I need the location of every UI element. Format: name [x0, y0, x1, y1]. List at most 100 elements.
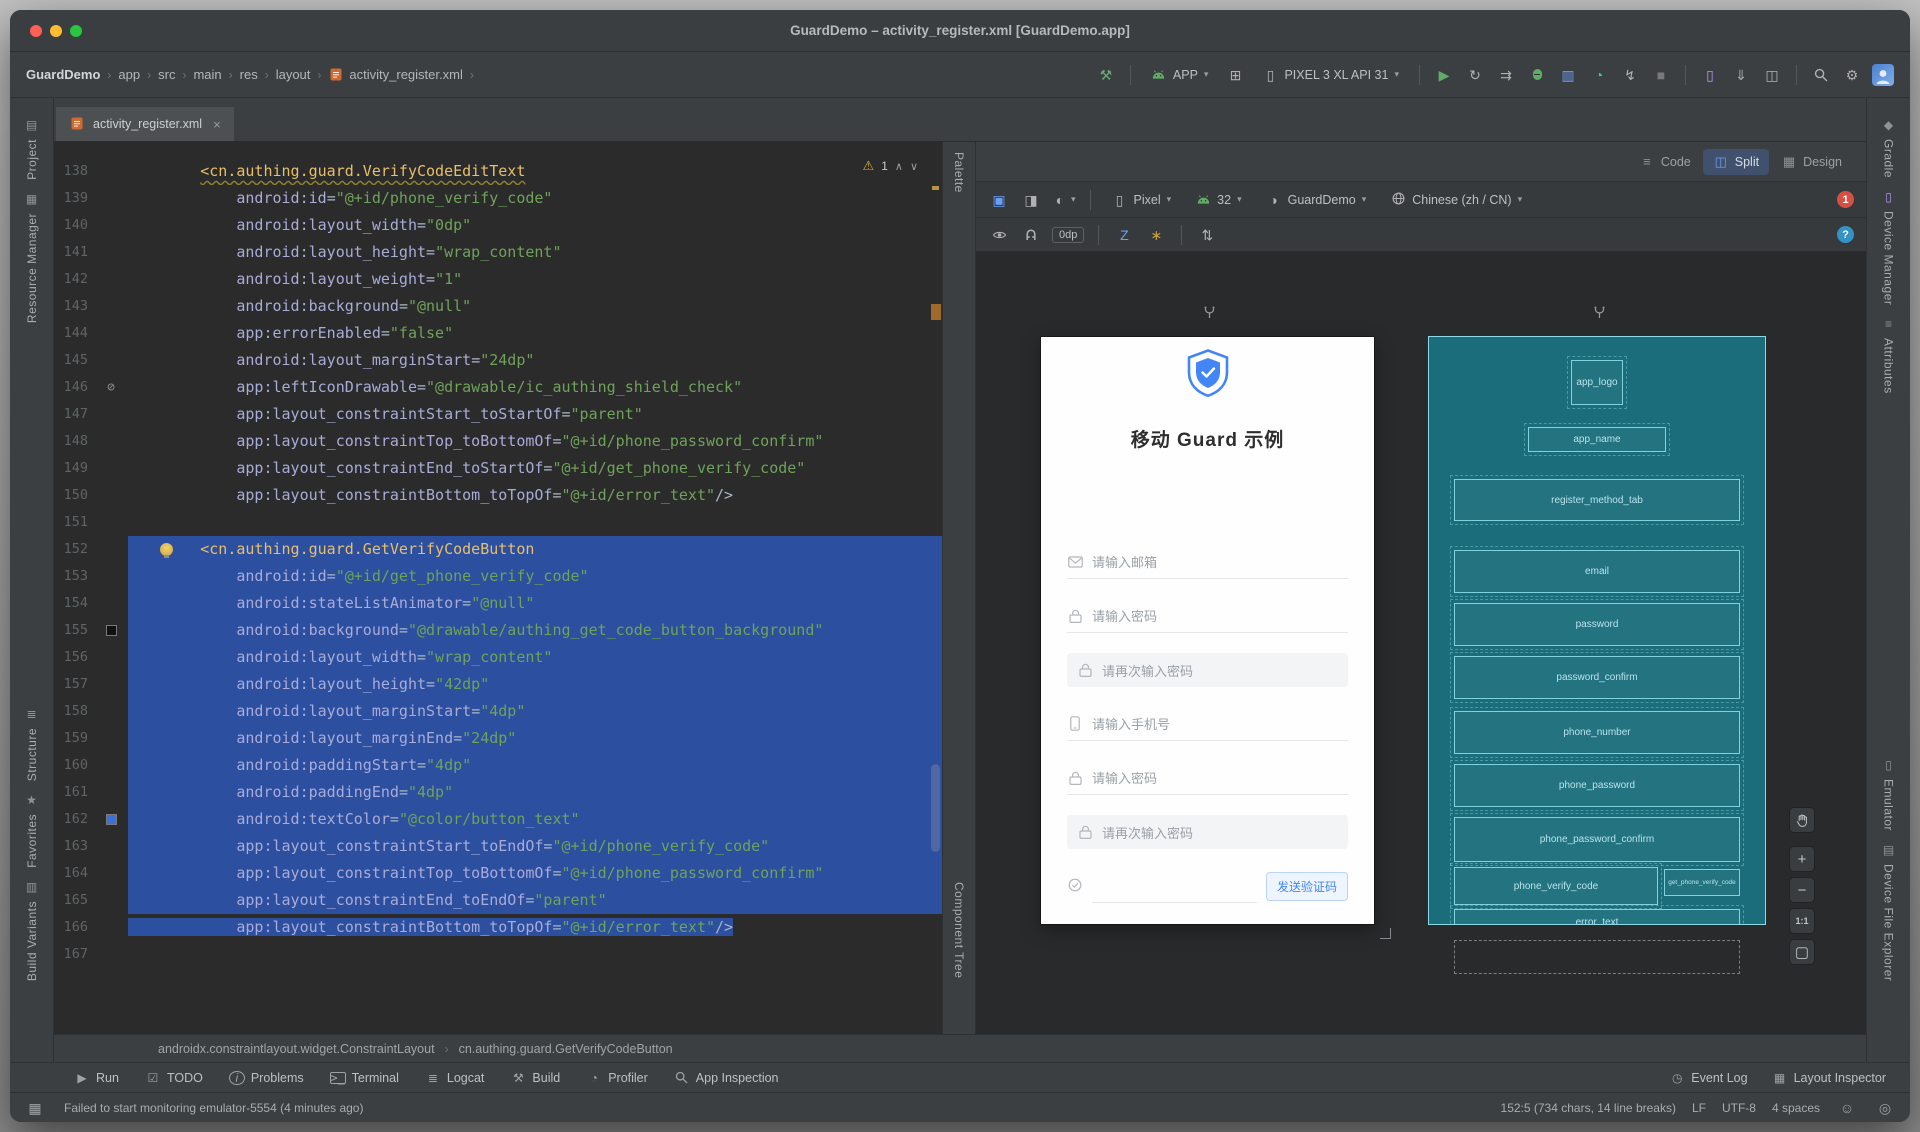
profile-icon[interactable]: ◔	[1588, 64, 1610, 86]
pack-icon[interactable]: ⇅	[1196, 224, 1218, 246]
settings-icon[interactable]: ⚙	[1841, 64, 1863, 86]
gutter[interactable]	[94, 590, 128, 617]
zoom-out-button[interactable]: −	[1790, 878, 1814, 902]
blueprint-phone[interactable]: app_logoapp_nameregister_method_tabemail…	[1429, 337, 1765, 924]
breadcrumb-item[interactable]: main	[193, 67, 221, 82]
tab-activity-register-xml[interactable]: activity_register.xml ×	[56, 107, 234, 141]
gutter[interactable]	[94, 158, 128, 185]
stop-icon[interactable]: ■	[1650, 64, 1672, 86]
code-line[interactable]: 138 <cn.authing.guard.VerifyCodeEditText	[54, 158, 942, 185]
blueprint-box-error_text[interactable]: error_text	[1454, 909, 1740, 924]
line-number[interactable]: 167	[54, 941, 88, 968]
line-number[interactable]: 165	[54, 887, 88, 914]
xml-breadcrumb-item[interactable]: cn.authing.guard.GetVerifyCodeButton	[459, 1042, 673, 1056]
line-number[interactable]: 154	[54, 590, 88, 617]
gutter[interactable]	[94, 185, 128, 212]
preview-field[interactable]: 请输入邮箱	[1067, 545, 1348, 579]
pan-hand-icon[interactable]	[1790, 808, 1814, 832]
breadcrumb-item[interactable]: src	[158, 67, 175, 82]
gutter[interactable]	[94, 536, 128, 563]
next-issue-icon[interactable]: ∨	[910, 160, 918, 173]
api-level-select[interactable]: 32▾	[1188, 189, 1248, 211]
view-toggle-code[interactable]: ≡Code	[1629, 149, 1701, 175]
blueprint-box-phone_verify_code[interactable]: phone_verify_code	[1454, 867, 1658, 905]
tool-stripe-resource-manager[interactable]: ▦Resource Manager	[24, 191, 40, 323]
device-manager-icon[interactable]: ▯	[1699, 64, 1721, 86]
prev-issue-icon[interactable]: ∧	[895, 160, 903, 173]
send-code-button[interactable]: 发送验证码	[1266, 872, 1348, 901]
gutter[interactable]	[94, 806, 128, 833]
view-toggle-split[interactable]: ◫Split	[1703, 149, 1769, 175]
breadcrumb-item[interactable]: res	[240, 67, 258, 82]
profile-avatar[interactable]	[1872, 64, 1894, 86]
intention-bulb-icon[interactable]	[160, 543, 173, 556]
gutter[interactable]	[94, 428, 128, 455]
blueprint-box-register_method_tab[interactable]: register_method_tab	[1454, 479, 1740, 521]
line-number[interactable]: 160	[54, 752, 88, 779]
line-number[interactable]: 143	[54, 293, 88, 320]
infer-constraints-icon[interactable]: ∗	[1145, 224, 1167, 246]
gutter[interactable]	[94, 347, 128, 374]
view-options-icon[interactable]	[988, 224, 1010, 246]
blueprint-box-app_logo[interactable]: app_logo	[1571, 360, 1623, 405]
zoom-fit-button[interactable]: ▢	[1790, 940, 1814, 964]
gutter[interactable]	[94, 293, 128, 320]
tool-stripe-attributes[interactable]: ≡Attributes	[1881, 316, 1897, 394]
component-tree-stub[interactable]: Component Tree	[952, 882, 966, 978]
maximize-window-icon[interactable]	[70, 25, 82, 37]
editor-scrollbar[interactable]	[931, 764, 940, 852]
run-icon[interactable]: ▶	[1433, 64, 1455, 86]
line-number[interactable]: 145	[54, 347, 88, 374]
code-line[interactable]: 146⊘ app:leftIconDrawable="@drawable/ic_…	[54, 374, 942, 401]
gutter[interactable]	[94, 644, 128, 671]
code-line[interactable]: 156 android:layout_width="wrap_content"	[54, 644, 942, 671]
code-line[interactable]: 142 android:layout_weight="1"	[54, 266, 942, 293]
help-badge[interactable]: ?	[1837, 226, 1854, 243]
code-line[interactable]: 148 app:layout_constraintTop_toBottomOf=…	[54, 428, 942, 455]
toolwindow-run[interactable]: ▶Run	[74, 1070, 119, 1086]
toolwindow-app-inspection[interactable]: App Inspection	[674, 1070, 779, 1086]
toolwindow-event-log[interactable]: ◷Event Log	[1669, 1070, 1747, 1086]
code-line[interactable]: 143 android:background="@null"	[54, 293, 942, 320]
status-message[interactable]: Failed to start monitoring emulator-5554…	[64, 1101, 363, 1115]
line-number[interactable]: 148	[54, 428, 88, 455]
search-everywhere-icon[interactable]	[1810, 64, 1832, 86]
locale-select[interactable]: Chinese (zh / CN)▾	[1383, 188, 1529, 212]
tool-stripe-favorites[interactable]: ★Favorites	[24, 792, 40, 868]
palette-stub[interactable]: Palette	[952, 152, 966, 193]
preview-field[interactable]: 请输入密码	[1067, 599, 1348, 633]
code-line[interactable]: 140 android:layout_width="0dp"	[54, 212, 942, 239]
blueprint-box-app_name[interactable]: app_name	[1528, 427, 1666, 452]
zoom-in-button[interactable]: +	[1790, 847, 1814, 871]
blueprint-toggle-icon[interactable]: ◨	[1020, 189, 1042, 211]
theme-select[interactable]: ◑GuardDemo▾	[1259, 189, 1374, 211]
avd-manager-icon[interactable]: ◫	[1761, 64, 1783, 86]
gutter[interactable]	[94, 671, 128, 698]
toolwindow-profiler[interactable]: ◔Profiler	[586, 1070, 648, 1086]
preview-field[interactable]: 请再次输入密码	[1067, 653, 1348, 687]
code-line[interactable]: 167	[54, 941, 942, 968]
layers-icon[interactable]: ▣	[988, 189, 1010, 211]
design-preview-phone[interactable]: 移动 Guard 示例 请输入邮箱请输入密码请再次输入密码请输入手机号请输入密码…	[1041, 337, 1374, 924]
indent-select[interactable]: 4 spaces	[1772, 1101, 1820, 1115]
apply-code-changes-icon[interactable]: ⇉	[1495, 64, 1517, 86]
blueprint-box-get_phone_verify_code[interactable]: get_phone_verify_code	[1664, 869, 1740, 896]
gutter[interactable]	[94, 752, 128, 779]
gutter[interactable]	[94, 482, 128, 509]
line-number[interactable]: 153	[54, 563, 88, 590]
gutter[interactable]	[94, 509, 128, 536]
tool-stripe-build-variants[interactable]: ▥Build Variants	[24, 879, 40, 981]
blueprint-box-password[interactable]: password	[1454, 603, 1740, 646]
default-margin-select[interactable]: 0dp	[1052, 227, 1084, 243]
line-number[interactable]: 139	[54, 185, 88, 212]
design-canvas[interactable]: 移动 Guard 示例 请输入邮箱请输入密码请再次输入密码请输入手机号请输入密码…	[976, 252, 1866, 1034]
coverage-icon[interactable]: ▥	[1557, 64, 1579, 86]
toolwindow-terminal[interactable]: >_Terminal	[330, 1071, 399, 1085]
code-line[interactable]: 144 app:errorEnabled="false"	[54, 320, 942, 347]
line-number[interactable]: 159	[54, 725, 88, 752]
line-number[interactable]: 138	[54, 158, 88, 185]
device-select[interactable]: ▯PIXEL 3 XL API 31▾	[1255, 64, 1406, 86]
autoconnect-icon[interactable]	[1020, 224, 1042, 246]
feedback-smiley-icon[interactable]: ☺	[1836, 1097, 1858, 1119]
blueprint-box-password_confirm[interactable]: password_confirm	[1454, 656, 1740, 699]
